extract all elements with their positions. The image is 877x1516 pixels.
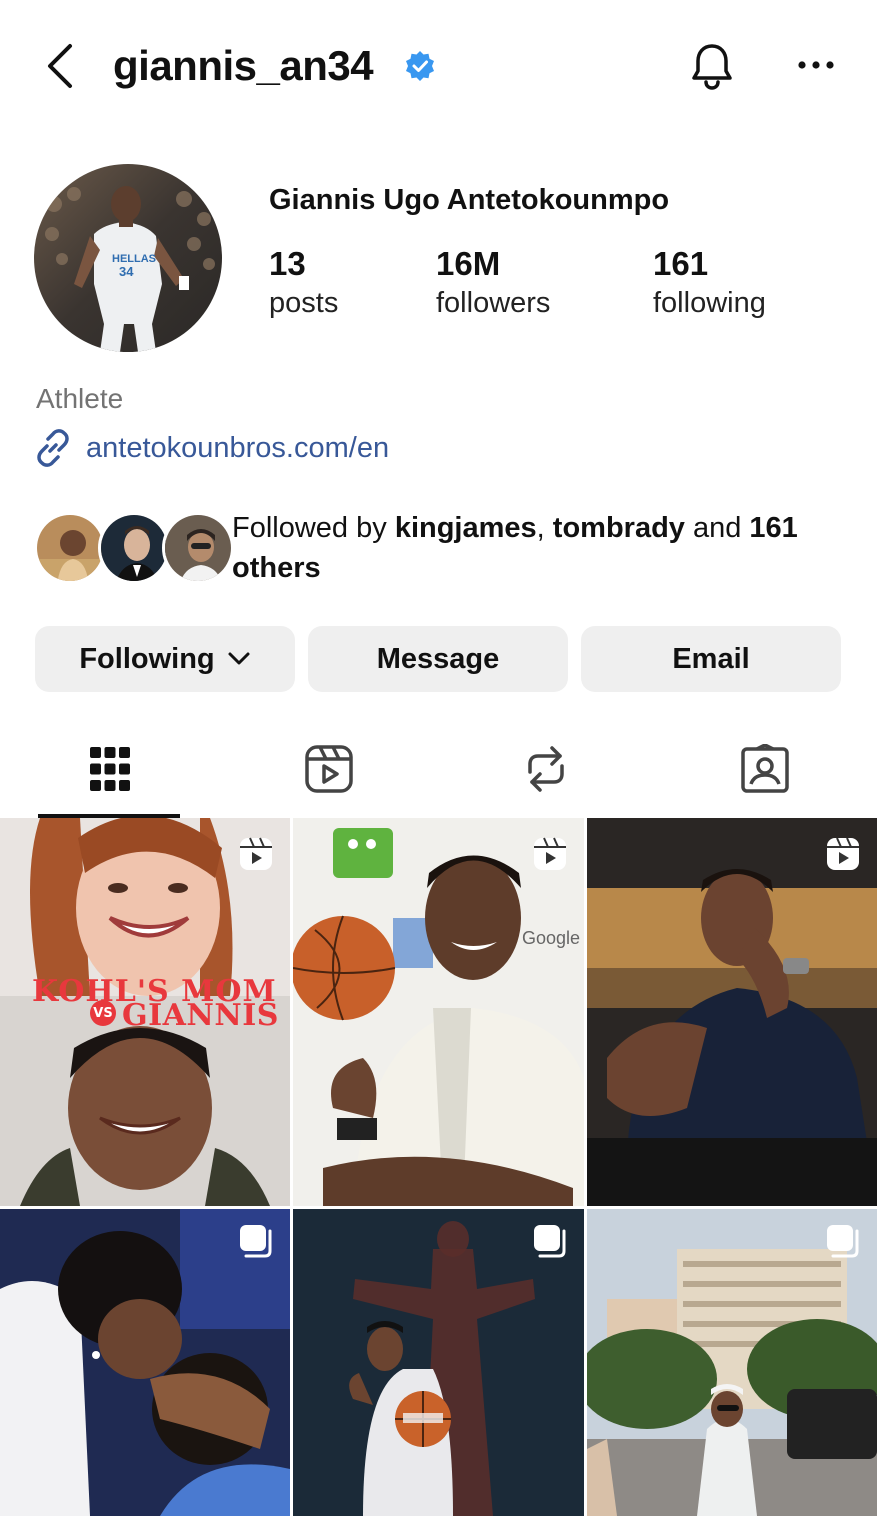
link-icon	[37, 429, 69, 467]
mutual-avatar-1	[34, 512, 106, 584]
following-button[interactable]: Following	[35, 626, 295, 692]
posts-count-label: posts	[269, 287, 339, 319]
verified-badge-icon	[406, 51, 434, 81]
reels-icon	[304, 745, 353, 793]
mutual-user-2[interactable]: tombrady	[553, 512, 685, 544]
following-button-label: Following	[79, 642, 215, 675]
message-button-label: Message	[376, 642, 500, 675]
post-thumbnail-1[interactable]: KOHL'S MOM VS GIANNIS	[0, 818, 290, 1206]
profile-avatar[interactable]: HELLAS 34	[34, 164, 222, 352]
profile-link-text: antetokounbros.com/en	[86, 432, 390, 464]
post-1-overlay-vs: VS	[90, 1000, 116, 1026]
post-thumbnail-3[interactable]	[587, 818, 877, 1206]
followers-count-value: 16M	[436, 245, 501, 282]
following-count-label: following	[653, 287, 766, 319]
followers-count[interactable]: 16M followers	[436, 244, 550, 322]
followed-by-separator: ,	[536, 512, 553, 544]
carousel-badge-icon	[534, 1225, 566, 1258]
followers-count-label: followers	[436, 287, 551, 319]
more-options-icon[interactable]	[796, 52, 836, 78]
posts-count-value: 13	[269, 245, 306, 282]
reposts-icon	[527, 746, 564, 792]
mutual-avatar-2	[98, 512, 170, 584]
carousel-badge-icon	[240, 1225, 272, 1258]
profile-content-tabs	[0, 720, 877, 818]
mutual-avatar-3	[162, 512, 234, 584]
email-button-label: Email	[672, 642, 750, 675]
post-2-image	[293, 818, 584, 1206]
mutual-others-count[interactable]: 161	[749, 512, 797, 544]
tagged-icon	[740, 744, 789, 793]
reel-badge-icon	[534, 837, 566, 870]
chevron-down-icon	[228, 652, 250, 665]
post-2-overlay-text: Google	[521, 928, 580, 948]
svg-text:34: 34	[119, 264, 134, 279]
mutual-others-label[interactable]: others	[232, 552, 321, 584]
mutual-user-1[interactable]: kingjames	[395, 512, 537, 544]
reel-badge-icon	[827, 837, 859, 870]
post-1-overlay-line2: GIANNIS	[122, 998, 279, 1033]
followed-by-middle: and	[684, 512, 750, 544]
mutual-followers-avatars[interactable]	[34, 512, 234, 584]
following-count[interactable]: 161 following	[653, 244, 766, 322]
message-button[interactable]: Message	[308, 626, 568, 692]
profile-category: Athlete	[36, 383, 124, 414]
post-thumbnail-4[interactable]	[0, 1209, 290, 1516]
grid-icon	[89, 747, 130, 791]
profile-header: giannis_an34	[0, 0, 877, 130]
carousel-badge-icon	[827, 1225, 859, 1258]
following-count-value: 161	[653, 245, 709, 282]
posts-count[interactable]: 13 posts	[269, 244, 338, 322]
post-thumbnail-5[interactable]	[293, 1209, 584, 1516]
post-3-image	[587, 818, 877, 1206]
profile-username: giannis_an34	[113, 42, 374, 89]
profile-link[interactable]: antetokounbros.com/en	[34, 428, 389, 468]
back-arrow-icon[interactable]	[40, 40, 80, 92]
tab-reposts[interactable]	[436, 720, 655, 818]
mutual-followers-text[interactable]: Followed by kingjames, tombrady and 161 o…	[232, 508, 852, 588]
post-thumbnail-6[interactable]	[587, 1209, 877, 1516]
email-button[interactable]: Email	[581, 626, 841, 692]
notification-bell-icon[interactable]	[688, 40, 736, 92]
tab-posts-grid[interactable]	[0, 720, 219, 818]
tab-tagged[interactable]	[655, 720, 874, 818]
profile-full-name: Giannis Ugo Antetokounmpo	[269, 184, 670, 216]
reel-badge-icon	[240, 837, 272, 870]
tab-reels[interactable]	[219, 720, 438, 818]
post-thumbnail-2[interactable]: Google	[293, 818, 584, 1206]
posts-grid: KOHL'S MOM VS GIANNIS Google	[0, 818, 877, 1516]
followed-by-prefix: Followed by	[232, 512, 395, 544]
